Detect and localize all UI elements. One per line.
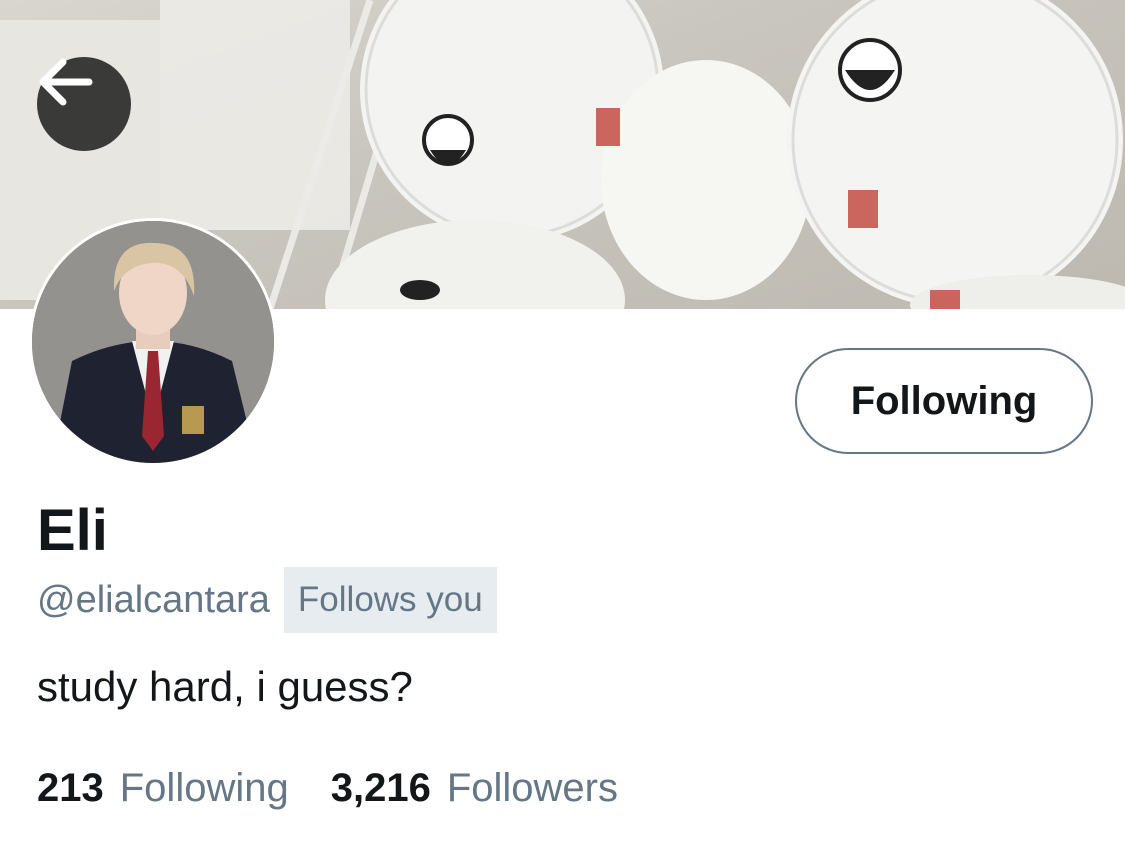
followers-count: 3,216: [330, 766, 431, 810]
following-stat[interactable]: 213 Following: [37, 762, 289, 814]
back-button[interactable]: [37, 57, 131, 151]
following-label: Following: [119, 766, 289, 810]
username-handle: @elialcantara: [37, 578, 270, 621]
handle-row: @elialcantara Follows you: [37, 567, 497, 633]
profile-stats: 213 Following 3,216 Followers: [37, 762, 618, 814]
arrow-left-icon: [39, 58, 93, 106]
following-button[interactable]: Following: [795, 348, 1093, 454]
followers-label: Followers: [446, 766, 618, 810]
followers-stat[interactable]: 3,216 Followers: [331, 762, 618, 814]
follows-you-badge: Follows you: [283, 567, 497, 633]
following-count: 213: [37, 766, 104, 810]
avatar-photo: [32, 221, 274, 463]
profile-bio: study hard, i guess?: [37, 663, 413, 710]
display-name: Eli: [37, 498, 108, 563]
avatar[interactable]: [29, 218, 277, 466]
